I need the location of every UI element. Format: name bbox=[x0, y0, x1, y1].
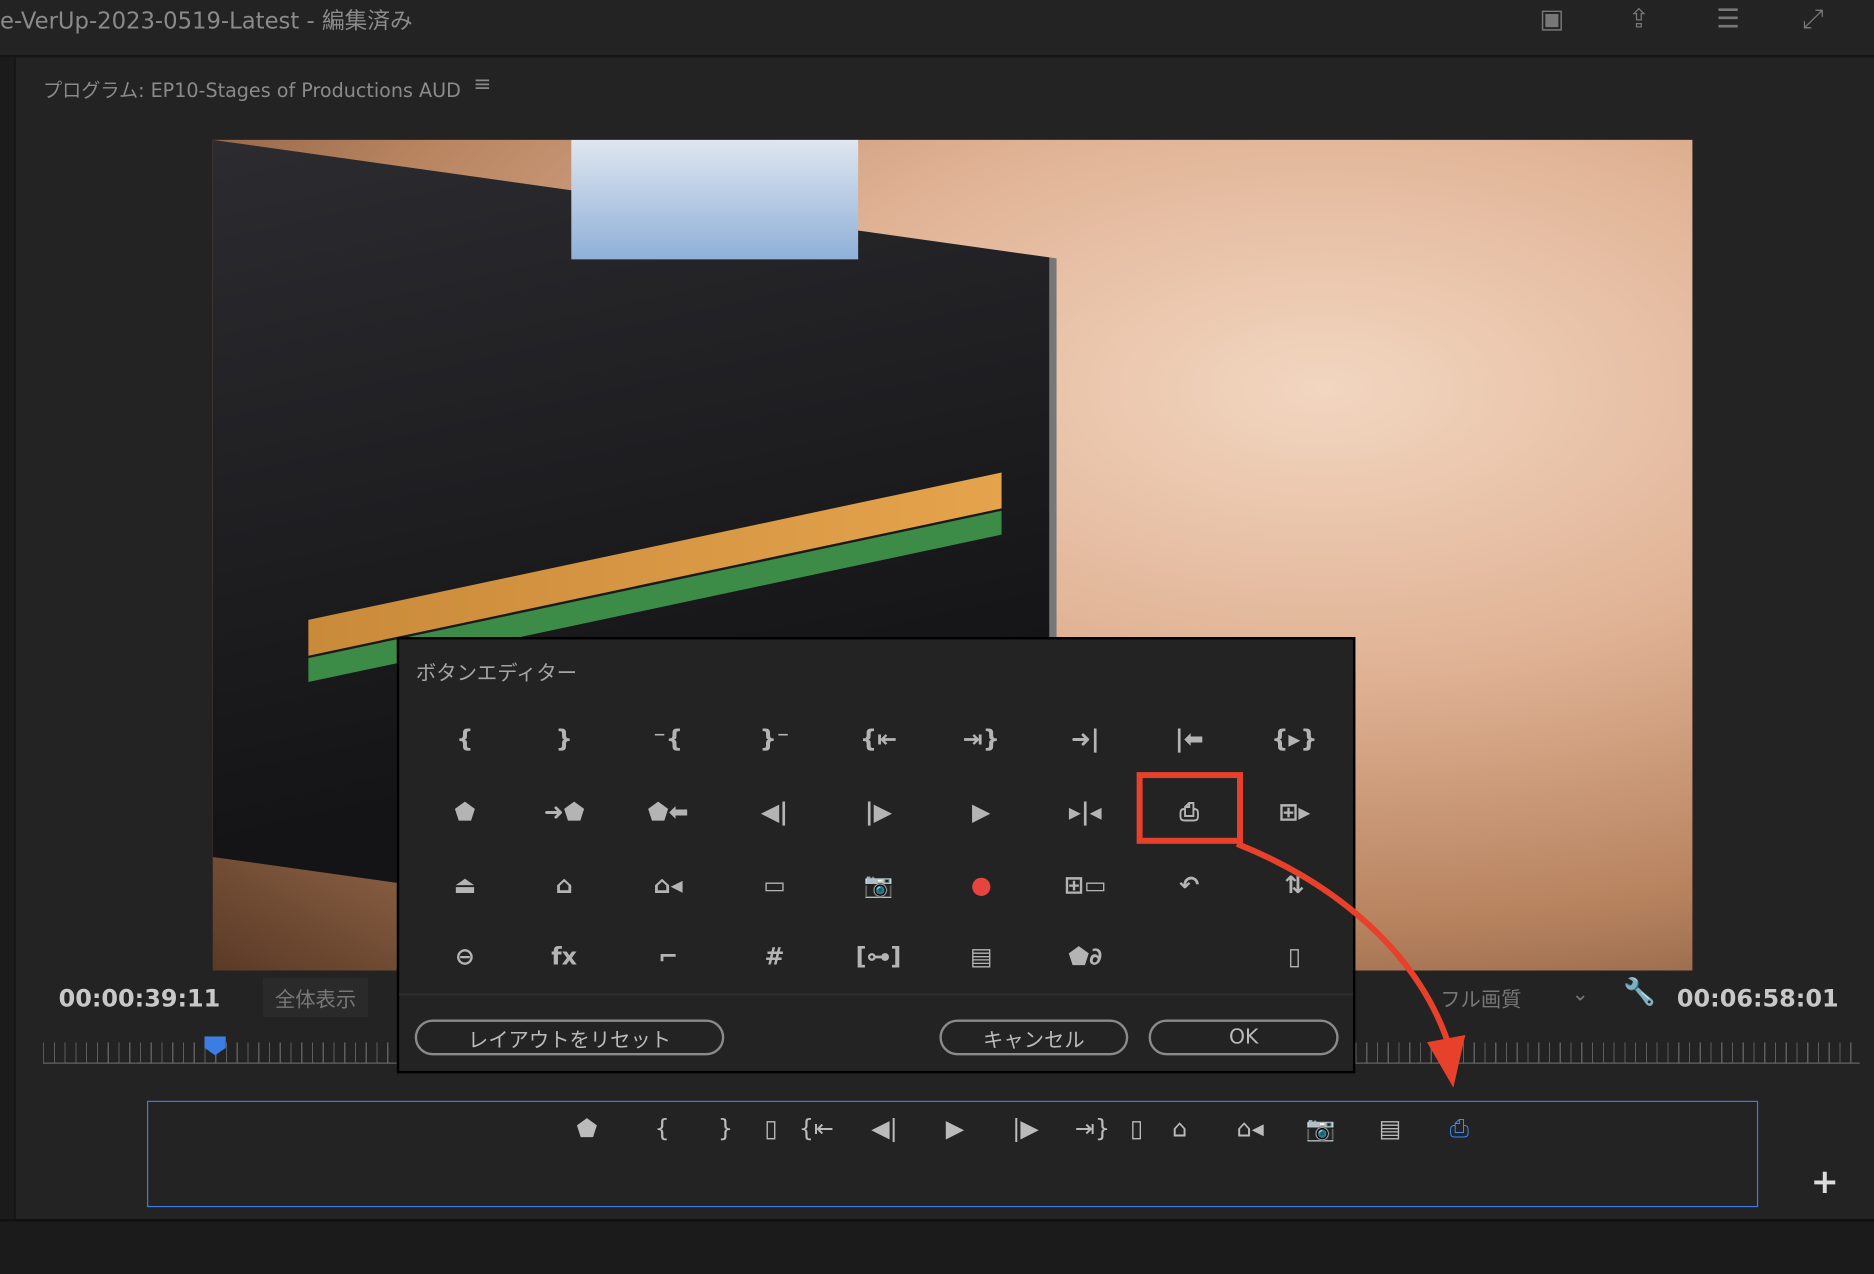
arrow-head bbox=[1427, 1035, 1466, 1088]
premiere-window: e-VerUp-2023-0519-Latest - 編集済み ▣ ⇪ ☰ ⤢ … bbox=[0, 0, 1874, 1274]
annotation-arrow bbox=[1235, 841, 1466, 1088]
arrow-curve bbox=[1235, 841, 1454, 1053]
